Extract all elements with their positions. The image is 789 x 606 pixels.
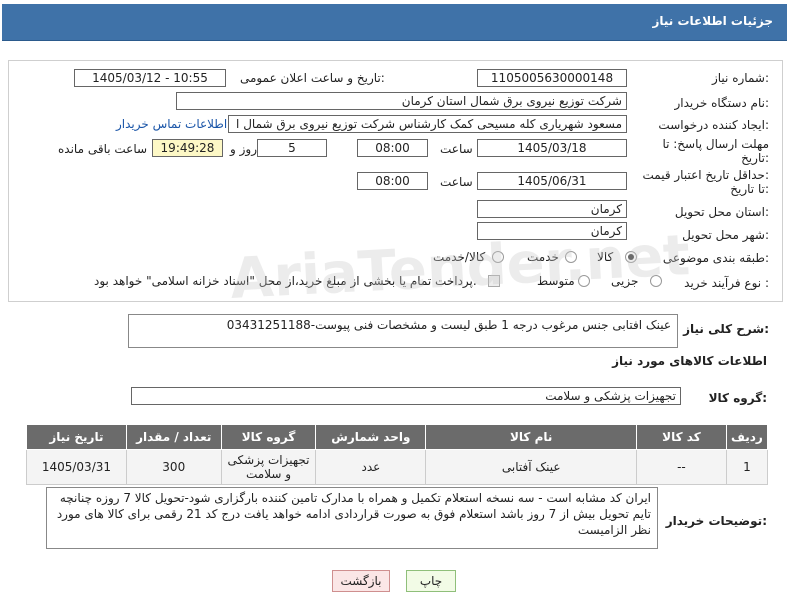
price-time-label: ساعت [440, 175, 473, 189]
reply-deadline-label-2: تاریخ: [741, 151, 769, 165]
cell-qty: 300 [125, 449, 222, 485]
payment-checkbox[interactable] [488, 275, 500, 287]
cell-date: 1405/03/31 [26, 449, 127, 485]
reply-time-label: ساعت [440, 142, 473, 156]
cell-name: عینک آفتابی [425, 449, 638, 485]
province-label: استان محل تحویل: [674, 205, 769, 219]
table-header-row: ردیف کد کالا نام کالا واحد شمارش گروه کا… [26, 424, 769, 450]
col-date: تاریخ نیاز [26, 424, 127, 450]
summary-label: شرح کلی نیاز: [683, 322, 769, 336]
category-option-service: خدمت [527, 250, 559, 264]
category-radio-goods-service[interactable] [492, 251, 504, 263]
price-validity-label-2: تا تاریخ: [730, 182, 769, 196]
announce-field: 1405/03/12 - 10:55 [74, 69, 226, 87]
category-radio-service[interactable] [565, 251, 577, 263]
days-label: روز و [230, 142, 257, 156]
col-qty: تعداد / مقدار [125, 424, 222, 450]
col-row: ردیف [725, 424, 769, 450]
province-field: کرمان [477, 200, 627, 218]
contact-info-link[interactable]: اطلاعات تماس خریدار [116, 117, 227, 131]
page-title: جزئیات اطلاعات نیاز [652, 14, 773, 28]
col-group: گروه کالا [220, 424, 317, 450]
table-row: 1 -- عینک آفتابی عدد تجهیزات پزشکی و سلا… [26, 449, 769, 485]
remaining-label: ساعت باقی مانده [58, 142, 148, 156]
goods-group-field: تجهیزات پزشکی و سلامت [131, 387, 681, 405]
page-header: جزئیات اطلاعات نیاز [2, 4, 787, 41]
cell-unit: عدد [315, 449, 427, 485]
cell-row: 1 [725, 449, 769, 485]
back-button[interactable]: بازگشت [332, 570, 390, 592]
process-option-partial: جزیی [611, 274, 639, 288]
buyer-org-label: نام دستگاه خریدار: [674, 96, 770, 110]
category-option-goods-service: کالا/خدمت [433, 250, 486, 264]
print-button[interactable]: چاپ [406, 570, 456, 592]
goods-info-title: اطلاعات کالاهای مورد نیاز [612, 354, 767, 368]
process-radio-medium[interactable] [578, 275, 590, 287]
col-code: کد کالا [636, 424, 727, 450]
col-name: نام کالا [425, 424, 638, 450]
category-option-goods: کالا [597, 250, 614, 264]
announce-label: تاریخ و ساعت اعلان عمومی: [240, 71, 385, 85]
payment-note: پرداخت تمام یا بخشی از مبلغ خرید،از محل … [94, 274, 477, 288]
buyer-notes-field: ایران کد مشابه است - سه نسخه استعلام تکم… [46, 487, 658, 549]
process-radio-partial[interactable] [650, 275, 662, 287]
col-unit: واحد شمارش [315, 424, 427, 450]
requester-field: مسعود شهریاری کله مسیحی کمک کارشناس شرکت… [228, 115, 627, 133]
category-radio-goods[interactable] [625, 251, 637, 263]
need-number-label: شماره نیاز: [711, 71, 769, 85]
requester-label: ایجاد کننده درخواست: [658, 118, 769, 132]
category-label: طبقه بندی موضوعی: [662, 251, 769, 265]
goods-table: ردیف کد کالا نام کالا واحد شمارش گروه کا… [26, 424, 769, 485]
cell-code: -- [636, 449, 727, 485]
buyer-notes-label: توضیحات خریدار: [665, 514, 767, 528]
cell-group: تجهیزات پزشکی و سلامت [220, 449, 317, 485]
process-label: نوع فرآیند خرید : [684, 276, 769, 290]
city-label: شهر محل تحویل: [682, 228, 769, 242]
reply-time-field: 08:00 [357, 139, 428, 157]
city-field: کرمان [477, 222, 627, 240]
price-date-field: 1405/06/31 [477, 172, 627, 190]
price-time-field: 08:00 [357, 172, 428, 190]
summary-field: عینک افتابی جنس مرغوب درجه 1 طبق لیست و … [128, 314, 678, 348]
goods-group-label: گروه کالا: [708, 391, 767, 405]
price-validity-label: حداقل تاریخ اعتبار قیمت: [642, 168, 769, 182]
reply-date-field: 1405/03/18 [477, 139, 627, 157]
days-field: 5 [257, 139, 327, 157]
reply-deadline-label: مهلت ارسال پاسخ: تا [662, 137, 769, 151]
buyer-org-field: شرکت توزیع نیروی برق شمال استان کرمان [176, 92, 627, 110]
need-number-field: 1105005630000148 [477, 69, 627, 87]
remaining-time-field: 19:49:28 [152, 139, 223, 157]
process-option-medium: متوسط [537, 274, 575, 288]
